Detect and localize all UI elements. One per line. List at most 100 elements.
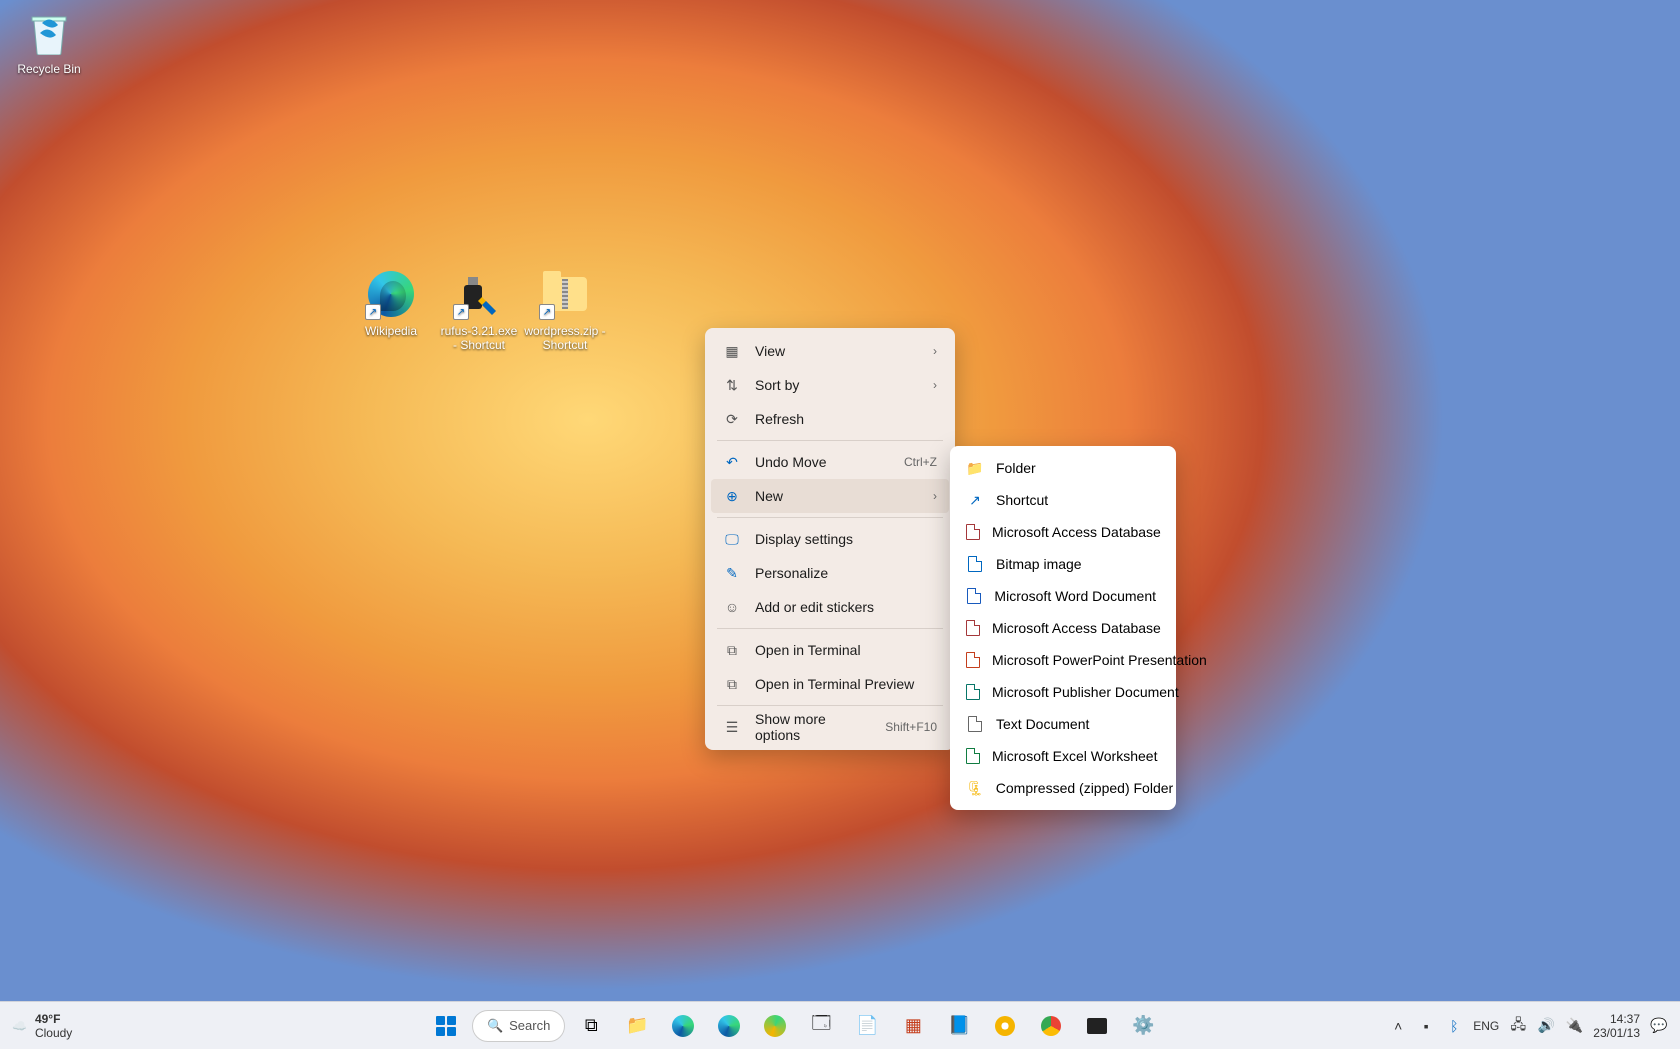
taskbar-right: ˄ ▪ ᛒ ENG 🖧 🔊 🔌 14:37 23/01/13 💬: [1389, 1012, 1680, 1040]
new-access2-label: Microsoft Access Database: [992, 620, 1161, 636]
ctx-stickers[interactable]: ☺ Add or edit stickers: [711, 590, 949, 624]
bitmap-icon: [966, 555, 984, 573]
network-icon[interactable]: 🖧: [1509, 1017, 1527, 1035]
ctx-display-settings[interactable]: 🖵 Display settings: [711, 522, 949, 556]
app-button-3[interactable]: ▦: [893, 1006, 933, 1046]
new-zip-label: Compressed (zipped) Folder: [996, 780, 1173, 796]
new-zip[interactable]: 🗜 Compressed (zipped) Folder: [956, 772, 1170, 804]
ctx-refresh[interactable]: ⟳ Refresh: [711, 402, 949, 436]
taskbar-search[interactable]: 🔍 Search: [472, 1010, 565, 1042]
ctx-open-terminal-preview[interactable]: ⧉ Open in Terminal Preview: [711, 667, 949, 701]
edge-beta-button[interactable]: [709, 1006, 749, 1046]
separator: [717, 440, 943, 441]
explorer-button[interactable]: 📁: [617, 1006, 657, 1046]
clock-time: 14:37: [1593, 1012, 1640, 1026]
shortcut-arrow-icon: ↗: [365, 304, 381, 320]
new-shortcut[interactable]: ↗ Shortcut: [956, 484, 1170, 516]
ctx-sort-label: Sort by: [755, 377, 919, 393]
ctx-view[interactable]: ▦ View ›: [711, 334, 949, 368]
ctx-new[interactable]: ⊕ New ›: [711, 479, 949, 513]
access-icon: [966, 619, 980, 637]
taskbar-center: 🔍 Search ⧉ 📁 🗔 📄 ▦ 📘 ⚙️: [200, 1006, 1389, 1046]
new-excel[interactable]: Microsoft Excel Worksheet: [956, 740, 1170, 772]
terminal-icon: ⧉: [723, 641, 741, 659]
app-button-2[interactable]: 📄: [847, 1006, 887, 1046]
new-publisher-label: Microsoft Publisher Document: [992, 684, 1179, 700]
edge-icon: [672, 1015, 694, 1037]
task-view-button[interactable]: ⧉: [571, 1006, 611, 1046]
view-icon: ▦: [723, 342, 741, 360]
ctx-more-shortcut: Shift+F10: [885, 720, 937, 734]
new-word[interactable]: Microsoft Word Document: [956, 580, 1170, 612]
wordpress-zip-shortcut[interactable]: ↗ wordpress.zip - Shortcut: [524, 270, 606, 352]
new-powerpoint-label: Microsoft PowerPoint Presentation: [992, 652, 1207, 668]
battery-icon[interactable]: 🔌: [1565, 1017, 1583, 1035]
taskbar-clock[interactable]: 14:37 23/01/13: [1593, 1012, 1640, 1040]
undo-icon: ↶: [723, 453, 741, 471]
bluetooth-icon[interactable]: ᛒ: [1445, 1017, 1463, 1035]
app-icon: ▦: [905, 1015, 922, 1036]
wikipedia-shortcut[interactable]: ↗ Wikipedia: [350, 270, 432, 338]
chrome-icon: [1041, 1016, 1061, 1036]
new-shortcut-label: Shortcut: [996, 492, 1048, 508]
recycle-bin-label: Recycle Bin: [8, 62, 90, 76]
publisher-icon: [966, 683, 980, 701]
edge-button[interactable]: [663, 1006, 703, 1046]
powerpoint-icon: [966, 651, 980, 669]
weather-temp: 49°F: [35, 1012, 72, 1026]
stickers-icon: ☺: [723, 598, 741, 616]
access-icon: [966, 523, 980, 541]
edge-beta-icon: [718, 1015, 740, 1037]
desktop-context-menu: ▦ View › ⇅ Sort by › ⟳ Refresh ↶ Undo Mo…: [705, 328, 955, 750]
chevron-right-icon: ›: [933, 344, 937, 358]
ctx-personalize[interactable]: ✎ Personalize: [711, 556, 949, 590]
start-button[interactable]: [426, 1006, 466, 1046]
edge-canary-button[interactable]: [755, 1006, 795, 1046]
new-text[interactable]: Text Document: [956, 708, 1170, 740]
tray-chevron-icon[interactable]: ˄: [1389, 1017, 1407, 1035]
tray-app-icon[interactable]: ▪: [1417, 1017, 1435, 1035]
rufus-shortcut[interactable]: ↗ rufus-3.21.exe - Shortcut: [438, 270, 520, 352]
new-text-label: Text Document: [996, 716, 1089, 732]
language-indicator[interactable]: ENG: [1473, 1019, 1499, 1033]
new-access2[interactable]: Microsoft Access Database: [956, 612, 1170, 644]
chrome-canary-button[interactable]: [985, 1006, 1025, 1046]
new-powerpoint[interactable]: Microsoft PowerPoint Presentation: [956, 644, 1170, 676]
ctx-view-label: View: [755, 343, 919, 359]
shortcut-arrow-icon: ↗: [453, 304, 469, 320]
zip-icon: 🗜: [966, 779, 984, 797]
new-folder-label: Folder: [996, 460, 1036, 476]
personalize-icon: ✎: [723, 564, 741, 582]
desktop[interactable]: Recycle Bin ↗ Wikipedia ↗ rufus-3.21.exe…: [0, 0, 1680, 1049]
search-icon: 🔍: [487, 1018, 503, 1034]
new-access[interactable]: Microsoft Access Database: [956, 516, 1170, 548]
text-icon: [966, 715, 984, 733]
rufus-label: rufus-3.21.exe - Shortcut: [438, 324, 520, 352]
notifications-icon[interactable]: 💬: [1650, 1017, 1668, 1035]
terminal-preview-icon: ⧉: [723, 675, 741, 693]
ctx-undo-move[interactable]: ↶ Undo Move Ctrl+Z: [711, 445, 949, 479]
terminal-button[interactable]: [1077, 1006, 1117, 1046]
wordpress-label: wordpress.zip - Shortcut: [524, 324, 606, 352]
volume-icon[interactable]: 🔊: [1537, 1017, 1555, 1035]
gear-icon: ⚙️: [1132, 1015, 1154, 1036]
chevron-right-icon: ›: [933, 489, 937, 503]
ctx-sort-by[interactable]: ⇅ Sort by ›: [711, 368, 949, 402]
separator: [717, 628, 943, 629]
weather-widget[interactable]: ☁️ 49°F Cloudy: [12, 1012, 72, 1040]
new-folder[interactable]: 📁 Folder: [956, 452, 1170, 484]
chrome-button[interactable]: [1031, 1006, 1071, 1046]
ctx-open-terminal[interactable]: ⧉ Open in Terminal: [711, 633, 949, 667]
ctx-show-more[interactable]: ☰ Show more options Shift+F10: [711, 710, 949, 744]
settings-button[interactable]: ⚙️: [1123, 1006, 1163, 1046]
recycle-bin-icon[interactable]: Recycle Bin: [8, 8, 90, 76]
app-button-4[interactable]: 📘: [939, 1006, 979, 1046]
more-icon: ☰: [723, 718, 741, 736]
ctx-personalize-label: Personalize: [755, 565, 937, 581]
app-button-1[interactable]: 🗔: [801, 1006, 841, 1046]
new-publisher[interactable]: Microsoft Publisher Document: [956, 676, 1170, 708]
new-bitmap[interactable]: Bitmap image: [956, 548, 1170, 580]
new-word-label: Microsoft Word Document: [994, 588, 1156, 604]
shortcut-arrow-icon: ↗: [539, 304, 555, 320]
taskbar: ☁️ 49°F Cloudy 🔍 Search ⧉ 📁 🗔 📄 ▦: [0, 1001, 1680, 1049]
